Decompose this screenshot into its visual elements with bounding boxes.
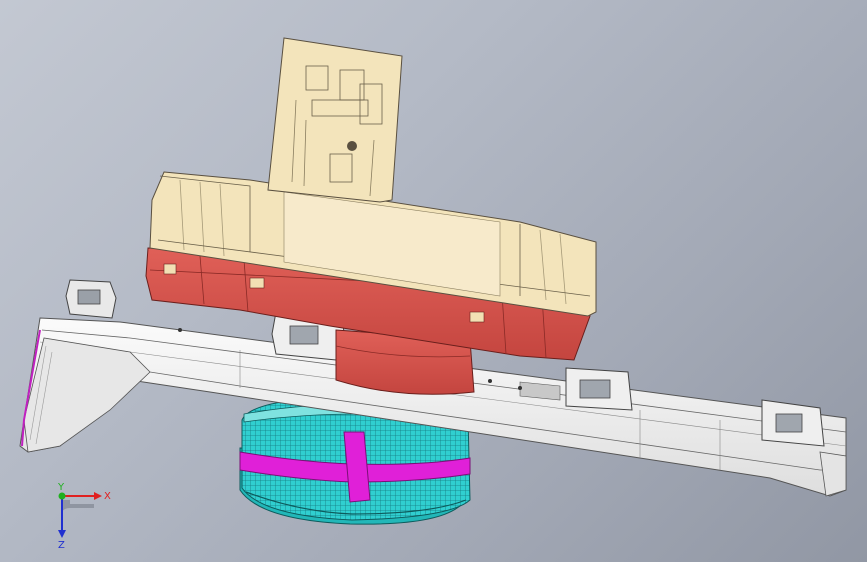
z-axis-label: Z — [58, 540, 65, 548]
cad-model[interactable] — [0, 0, 867, 562]
graphics-viewport[interactable]: X Y Z — [0, 0, 867, 562]
x-axis-label: X — [104, 491, 111, 502]
clip-right-2[interactable] — [761, 399, 825, 447]
top-post[interactable] — [267, 37, 403, 203]
y-axis-label: Y — [57, 482, 65, 493]
y-axis-dot — [58, 492, 66, 500]
screw-3[interactable] — [178, 328, 182, 332]
screw-1[interactable] — [488, 379, 492, 383]
z-axis-arrow — [58, 530, 66, 538]
clip-right-1[interactable] — [565, 367, 633, 411]
clip-left[interactable] — [65, 279, 117, 319]
x-axis-arrow — [94, 492, 102, 500]
screw-2[interactable] — [518, 386, 522, 390]
orientation-triad[interactable]: X Y Z — [40, 478, 120, 548]
